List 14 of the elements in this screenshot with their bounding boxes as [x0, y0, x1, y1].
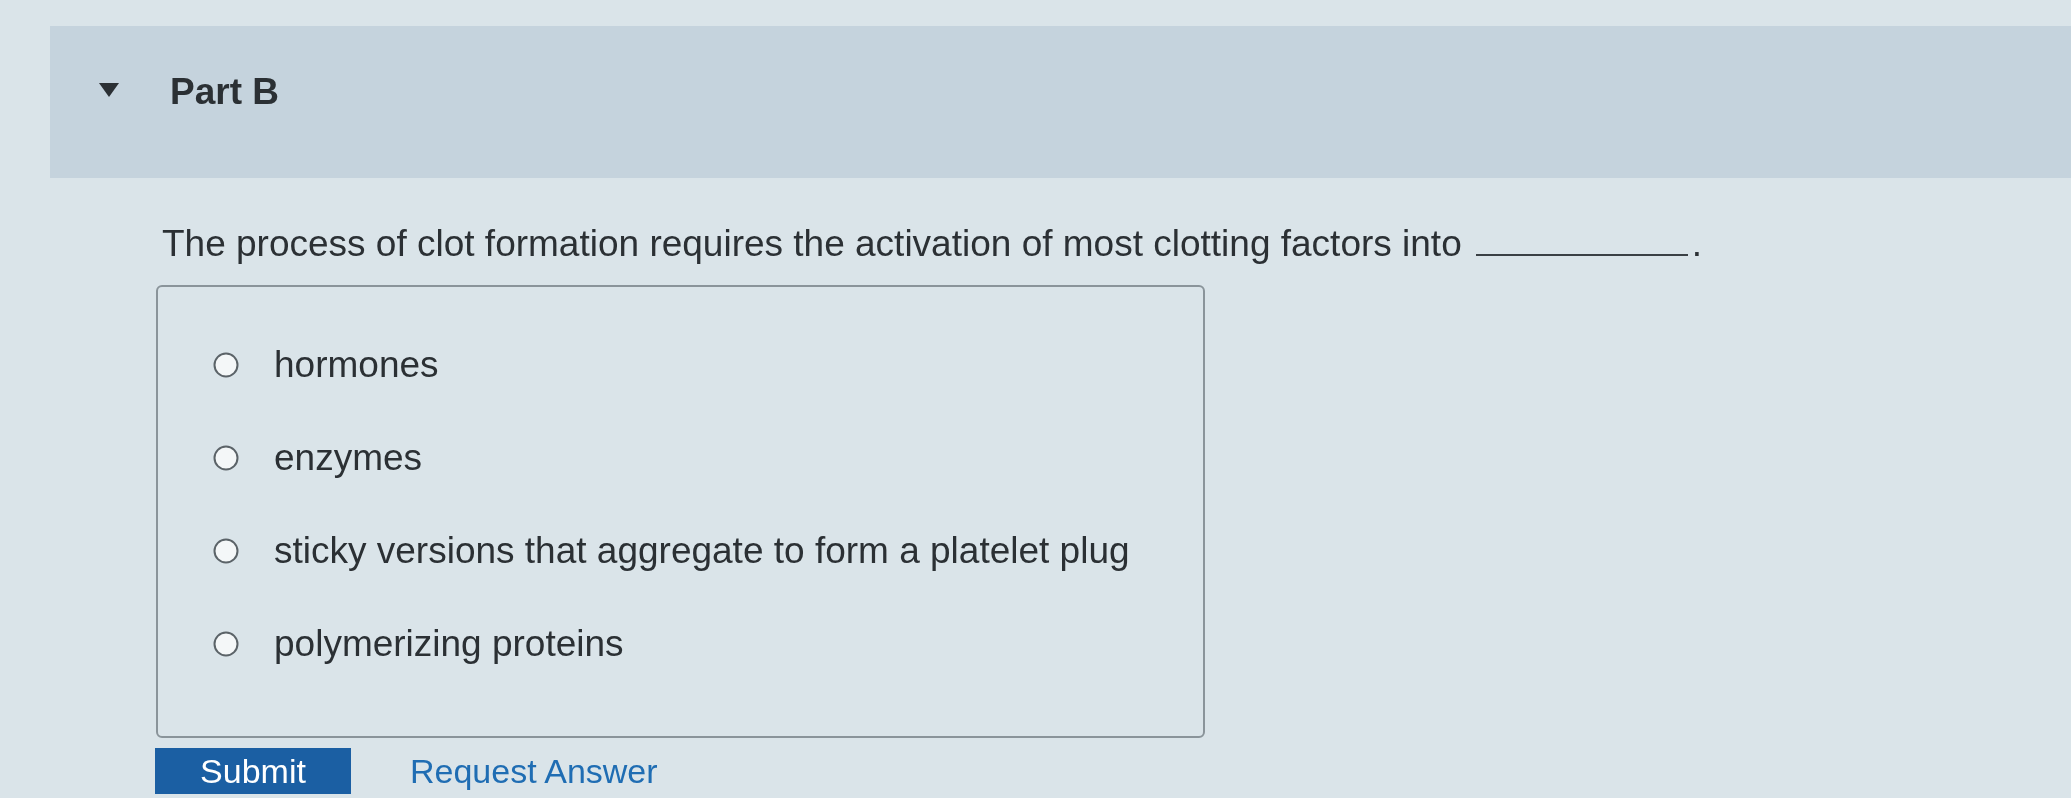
radio-button[interactable] [213, 631, 239, 657]
submit-button[interactable]: Submit [155, 748, 351, 794]
option-label: hormones [274, 344, 439, 386]
radio-button[interactable] [213, 352, 239, 378]
radio-button[interactable] [213, 445, 239, 471]
option-label: enzymes [274, 437, 423, 479]
caret-icon[interactable] [99, 82, 119, 98]
section-title: Part B [170, 72, 279, 112]
sentence-period: . [1691, 223, 1702, 265]
request-answer-link[interactable]: Request Answer [410, 751, 658, 791]
question-text: The process of clot formation requires the activation of most clotting factors into [162, 223, 1462, 265]
option-label: polymerizing proteins [274, 623, 624, 665]
option-label: sticky versions that aggregate to form a platelet plug [274, 530, 1130, 572]
radio-button[interactable] [213, 538, 239, 564]
